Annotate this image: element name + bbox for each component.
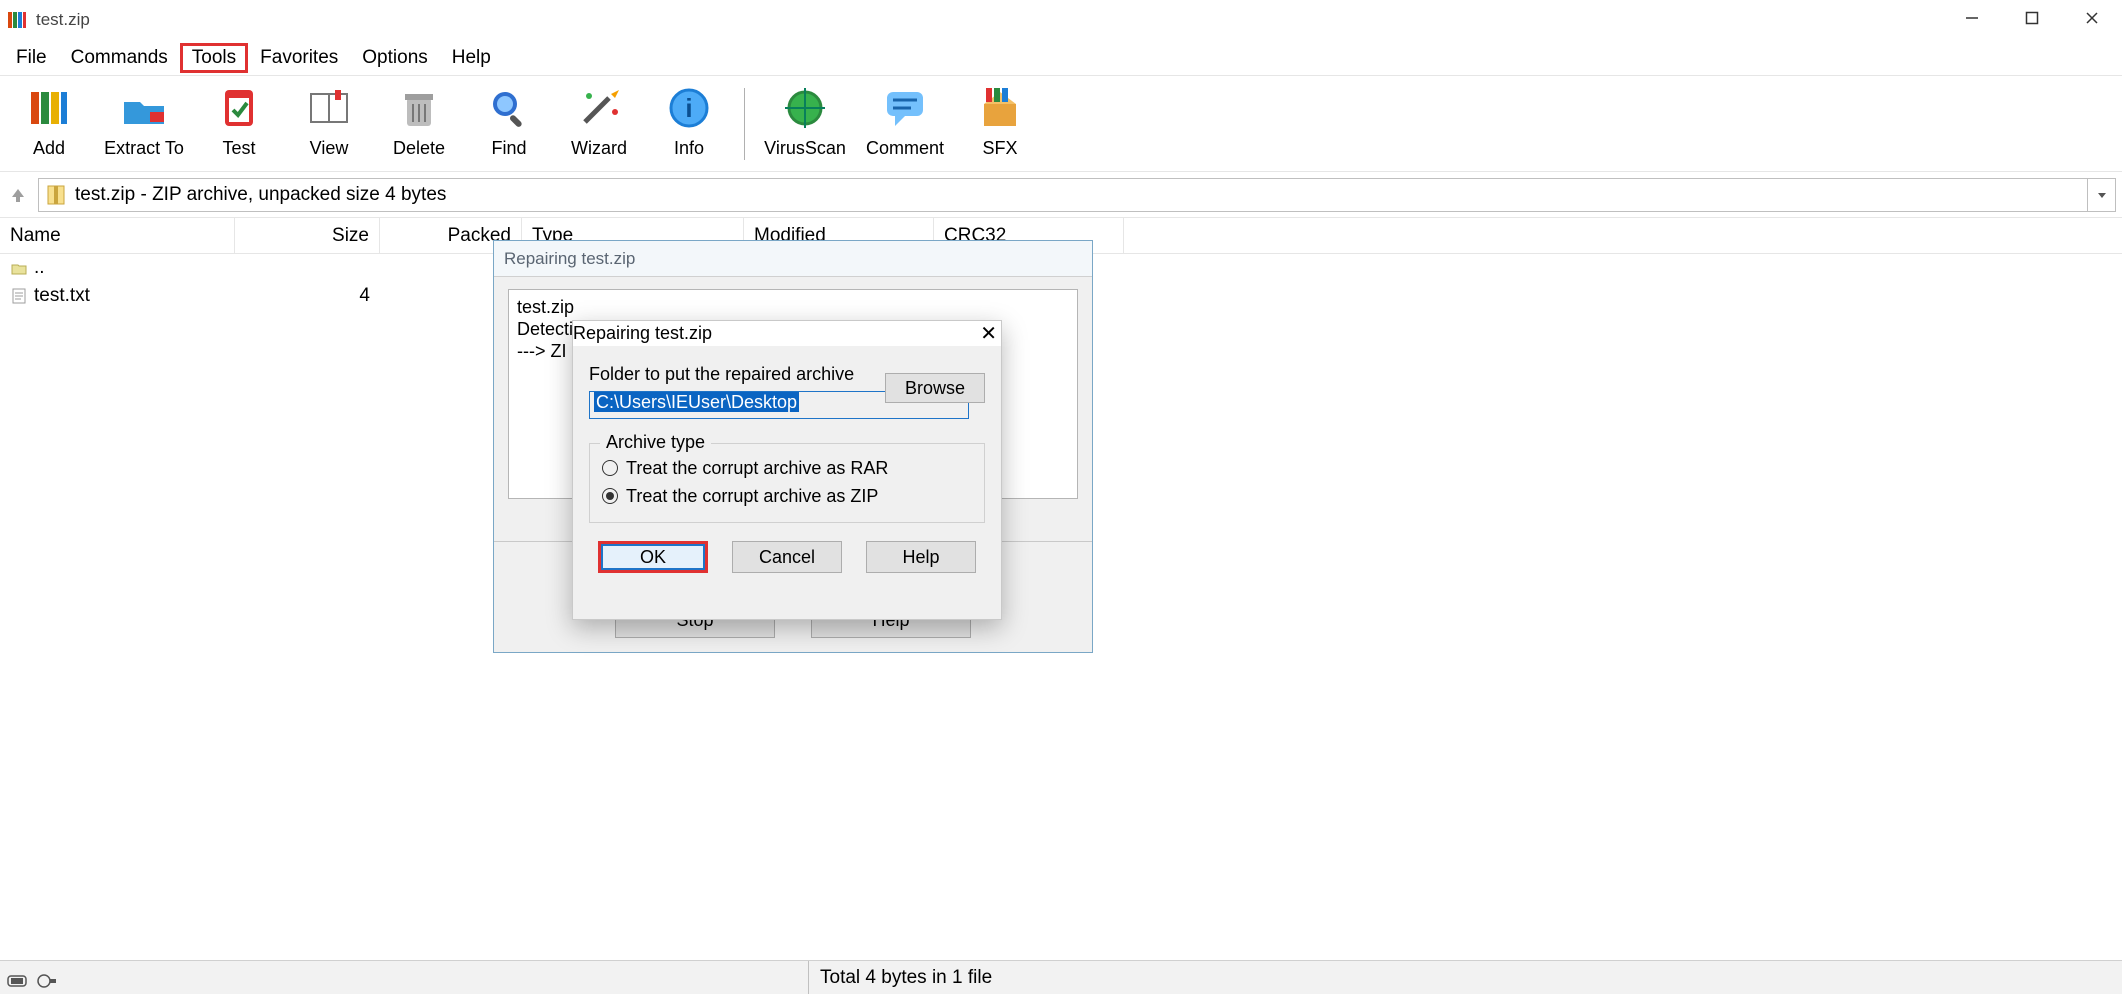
close-icon[interactable]: ✕ [976,321,1001,346]
list-row-size: 4 [235,285,380,307]
cancel-button[interactable]: Cancel [732,541,842,573]
toolbar-virusscan-label: VirusScan [764,138,846,159]
radio-rar[interactable]: Treat the corrupt archive as RAR [602,454,972,482]
radio-icon [602,460,618,476]
find-icon [485,84,533,132]
toolbar-extract[interactable]: Extract To [94,84,194,172]
toolbar-wizard[interactable]: Wizard [554,84,644,172]
toolbar-add-label: Add [33,138,65,159]
menu-commands[interactable]: Commands [59,43,180,73]
toolbar-virusscan[interactable]: VirusScan [755,84,855,172]
window-controls [1942,0,2122,36]
toolbar: Add Extract To Test View Delete Find Wiz… [0,76,2122,172]
virusscan-icon [781,84,829,132]
add-archive-icon [25,84,73,132]
toolbar-view[interactable]: View [284,84,374,172]
maximize-button[interactable] [2002,0,2062,36]
status-divider [808,961,809,994]
toolbar-test-label: Test [222,138,255,159]
toolbar-sfx-label: SFX [982,138,1017,159]
browse-button[interactable]: Browse [885,373,985,403]
toolbar-separator [744,88,745,160]
ok-button-highlight: OK [598,541,708,573]
status-text: Total 4 bytes in 1 file [820,967,992,989]
list-row-name: test.txt [34,285,90,307]
archive-type-group: Archive type Treat the corrupt archive a… [589,443,985,523]
address-field[interactable]: test.zip - ZIP archive, unpacked size 4 … [38,178,2088,212]
wizard-icon [575,84,623,132]
winrar-icon [6,9,28,31]
view-icon [305,84,353,132]
toolbar-add[interactable]: Add [4,84,94,172]
toolbar-comment-label: Comment [866,138,944,159]
menu-options[interactable]: Options [350,43,439,73]
toolbar-view-label: View [310,138,349,159]
toolbar-delete-label: Delete [393,138,445,159]
col-size[interactable]: Size [235,218,380,253]
col-name[interactable]: Name [0,218,235,253]
repair-progress-title[interactable]: Repairing test.zip [494,241,1092,277]
comment-icon [881,84,929,132]
repair-options-dialog: Repairing test.zip ✕ Browse Folder to pu… [572,320,1002,620]
menu-favorites[interactable]: Favorites [248,43,350,73]
text-file-icon [10,287,28,305]
toolbar-info[interactable]: i Info [644,84,734,172]
extract-icon [120,84,168,132]
toolbar-info-label: Info [674,138,704,159]
window-title: test.zip [36,10,90,30]
test-icon [215,84,263,132]
delete-icon [395,84,443,132]
toolbar-find-label: Find [491,138,526,159]
status-icons [6,970,60,990]
title-bar: test.zip [0,0,2122,40]
help-button[interactable]: Help [866,541,976,573]
address-bar: test.zip - ZIP archive, unpacked size 4 … [0,172,2122,218]
toolbar-comment[interactable]: Comment [855,84,955,172]
radio-rar-label: Treat the corrupt archive as RAR [626,458,888,479]
ok-button[interactable]: OK [601,544,705,570]
toolbar-wizard-label: Wizard [571,138,627,159]
svg-text:i: i [685,93,692,123]
address-text: test.zip - ZIP archive, unpacked size 4 … [75,184,446,206]
minimize-button[interactable] [1942,0,2002,36]
radio-icon-checked [602,488,618,504]
list-row-name: .. [34,257,45,279]
zip-icon [45,184,67,206]
info-icon: i [665,84,713,132]
toolbar-delete[interactable]: Delete [374,84,464,172]
toolbar-sfx[interactable]: SFX [955,84,1045,172]
toolbar-find[interactable]: Find [464,84,554,172]
archive-type-legend: Archive type [600,432,711,453]
toolbar-extract-label: Extract To [104,138,184,159]
menu-tools[interactable]: Tools [180,43,248,73]
radio-zip-label: Treat the corrupt archive as ZIP [626,486,878,507]
menu-file[interactable]: File [4,43,59,73]
repair-options-title: Repairing test.zip [573,323,712,344]
folder-up-icon [10,259,28,277]
sfx-icon [976,84,1024,132]
radio-zip[interactable]: Treat the corrupt archive as ZIP [602,482,972,510]
address-dropdown-button[interactable] [2088,178,2116,212]
folder-path-value: C:\Users\IEUser\Desktop [594,392,799,412]
close-button[interactable] [2062,0,2122,36]
toolbar-test[interactable]: Test [194,84,284,172]
up-button[interactable] [6,183,30,207]
status-bar: Total 4 bytes in 1 file [0,960,2122,994]
repair-options-titlebar[interactable]: Repairing test.zip ✕ [573,321,1001,346]
menu-help[interactable]: Help [440,43,503,73]
menu-bar: File Commands Tools Favorites Options He… [0,40,2122,76]
